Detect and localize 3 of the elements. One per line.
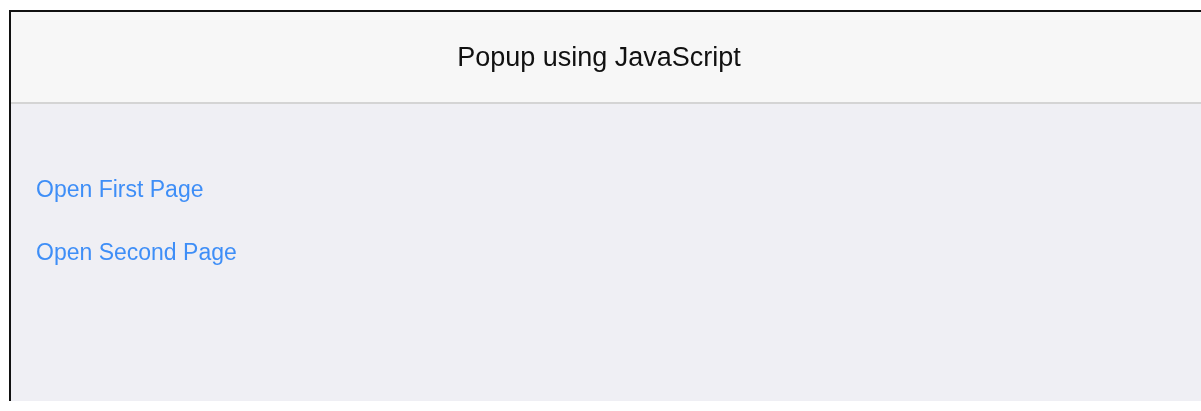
page-link[interactable]: Open First Page [36,176,204,203]
page-link[interactable]: Open Second Page [36,239,237,266]
page-title: Popup using JavaScript [457,41,741,73]
